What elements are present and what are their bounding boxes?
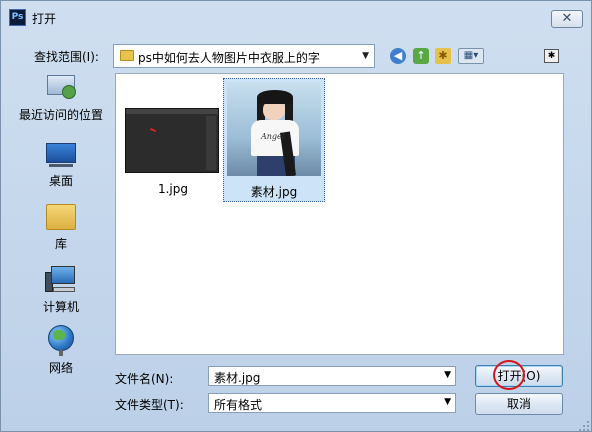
place-label: 最近访问的位置 xyxy=(18,108,103,122)
place-label: 桌面 xyxy=(48,174,73,188)
cancel-button[interactable]: 取消 xyxy=(475,393,563,415)
annotation-circle xyxy=(493,360,525,390)
places-bar: 最近访问的位置 桌面 库 计算机 网络 xyxy=(9,73,113,423)
extra-options-button[interactable]: ✱ xyxy=(544,49,559,63)
title-bar: Ps 打开 ✕ xyxy=(1,1,591,33)
chevron-down-icon: ▼ xyxy=(362,51,369,61)
folder-icon xyxy=(120,50,134,61)
file-thumbnail: Angel xyxy=(227,82,321,176)
resize-grip-icon[interactable] xyxy=(579,421,589,431)
place-desktop[interactable]: 桌面 xyxy=(9,141,113,189)
network-icon xyxy=(45,324,77,356)
filename-label: 文件名(N): xyxy=(115,372,174,386)
window-title: 打开 xyxy=(32,12,57,26)
back-button[interactable]: ◀ xyxy=(390,48,406,64)
chevron-down-icon: ▼ xyxy=(444,397,451,407)
look-in-label: 查找范围(I): xyxy=(34,50,99,64)
recent-places-icon xyxy=(44,73,78,103)
file-thumbnail xyxy=(125,108,219,173)
photoshop-app-icon: Ps xyxy=(9,9,26,26)
close-button[interactable]: ✕ xyxy=(551,10,583,28)
look-in-dropdown[interactable]: ps中如何去人物图片中衣服上的字 ▼ xyxy=(113,44,375,68)
chevron-down-icon[interactable]: ▼ xyxy=(444,370,451,380)
computer-icon xyxy=(45,265,77,295)
file-list[interactable]: 1.jpg Angel 素材.jpg xyxy=(115,73,564,355)
thumbnail-shirt-text: Angel xyxy=(261,132,285,141)
view-menu-button[interactable]: ▦▾ xyxy=(458,48,484,64)
file-name: 素材.jpg xyxy=(250,185,298,199)
up-folder-button[interactable]: ↑ xyxy=(413,48,429,64)
desktop-icon xyxy=(45,141,77,169)
place-libraries[interactable]: 库 xyxy=(9,200,113,252)
place-label: 网络 xyxy=(48,361,73,375)
place-label: 计算机 xyxy=(42,300,79,314)
place-label: 库 xyxy=(54,237,67,251)
libraries-icon xyxy=(45,200,77,232)
file-item[interactable]: 1.jpg xyxy=(122,78,224,202)
filetype-value: 所有格式 xyxy=(214,398,263,412)
file-name: 1.jpg xyxy=(157,182,189,196)
filename-input[interactable]: 素材.jpg ▼ xyxy=(208,366,456,386)
open-file-dialog: Ps 打开 ✕ 查找范围(I): ps中如何去人物图片中衣服上的字 ▼ ◀ ↑ … xyxy=(0,0,592,432)
place-recent[interactable]: 最近访问的位置 xyxy=(9,73,113,123)
filetype-label: 文件类型(T): xyxy=(115,398,184,412)
file-item-selected[interactable]: Angel 素材.jpg xyxy=(223,78,325,202)
place-network[interactable]: 网络 xyxy=(9,324,113,376)
filename-value: 素材.jpg xyxy=(214,371,261,385)
new-folder-button[interactable]: ✱ xyxy=(435,48,451,64)
place-computer[interactable]: 计算机 xyxy=(9,265,113,315)
filetype-dropdown[interactable]: 所有格式 ▼ xyxy=(208,393,456,413)
look-in-value: ps中如何去人物图片中衣服上的字 xyxy=(138,51,320,65)
